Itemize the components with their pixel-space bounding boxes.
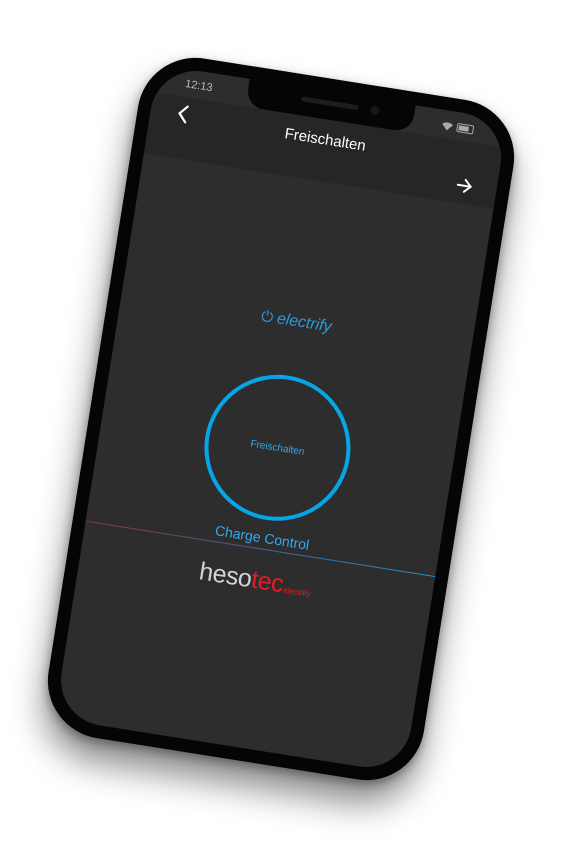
forward-arrow-icon: [456, 178, 473, 193]
electrify-logo: ⏻electrify: [120, 286, 472, 359]
speaker-grille: [300, 96, 360, 111]
logo-part-heso: heso: [197, 557, 254, 594]
status-icons: [441, 121, 475, 135]
battery-icon: [456, 122, 475, 135]
logo-sub-electrify: electrify: [282, 585, 312, 599]
unlock-button-label: Freischalten: [249, 438, 306, 458]
app-screen: 12:13 Freischalten ⏻electrify Freischalt…: [54, 64, 508, 774]
wifi-icon: [442, 121, 454, 130]
brand-name: electrify: [275, 310, 333, 336]
logo-part-tec: tec: [249, 565, 286, 599]
power-icon: ⏻: [260, 307, 275, 327]
next-button[interactable]: [448, 172, 480, 204]
front-camera: [369, 105, 381, 116]
status-time: 12:13: [184, 77, 214, 95]
unlock-button[interactable]: Freischalten: [193, 364, 361, 532]
phone-frame: 12:13 Freischalten ⏻electrify Freischalt…: [39, 49, 523, 789]
